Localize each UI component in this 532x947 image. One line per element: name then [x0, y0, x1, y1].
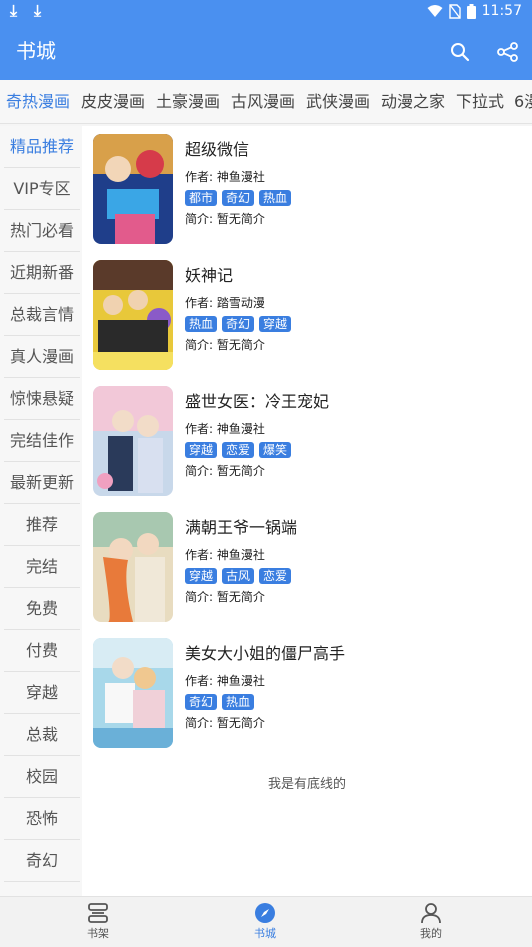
book-author: 作者: 神鱼漫社: [185, 674, 265, 688]
book-intro: 简介: 暂无简介: [185, 716, 265, 730]
book-cover: [93, 512, 173, 622]
book-title: 超级微信: [185, 140, 250, 159]
book-tag: 恋爱: [259, 568, 292, 584]
nav-label: 书架: [87, 927, 109, 940]
search-icon: [451, 43, 470, 62]
tab-tuhao[interactable]: 土豪漫画: [156, 92, 220, 112]
tab-gufeng[interactable]: 古风漫画: [231, 92, 295, 112]
bottom-nav: 书架 书城 我的: [0, 896, 532, 947]
book-tag: 都市: [185, 190, 218, 206]
book-intro: 简介: 暂无简介: [185, 212, 265, 226]
book-title: 妖神记: [185, 266, 234, 285]
tab-6man[interactable]: 6漫: [514, 92, 532, 112]
book-tags: 都市 奇幻 热血: [185, 190, 292, 206]
download-icon: ⤓: [34, 1, 42, 20]
sidebar-item-zuixin[interactable]: 最新更新: [4, 462, 80, 504]
nav-label: 我的: [420, 927, 442, 940]
sidebar-item-wanjie-jiazuo[interactable]: 完结佳作: [4, 420, 80, 462]
book-item[interactable]: 美女大小姐的僵尸高手 作者: 神鱼漫社 奇幻 热血 简介: 暂无简介: [82, 630, 532, 756]
book-item[interactable]: 满朝王爷一锅端 作者: 神鱼漫社 穿越 古风 恋爱 简介: 暂无简介: [82, 504, 532, 630]
category-tabs: 奇热漫画 皮皮漫画 土豪漫画 古风漫画 武侠漫画 动漫之家 下拉式 6漫: [0, 80, 532, 124]
page-title: 书城: [16, 39, 56, 63]
tab-dongmanzhijia[interactable]: 动漫之家: [381, 92, 445, 112]
book-intro: 简介: 暂无简介: [185, 464, 265, 478]
tab-wuxia[interactable]: 武侠漫画: [306, 92, 370, 112]
nav-label: 书城: [254, 927, 276, 940]
sidebar-item-qihuan[interactable]: 奇幻: [4, 840, 80, 882]
book-item[interactable]: 妖神记 作者: 踏雪动漫 热血 奇幻 穿越 简介: 暂无简介: [82, 252, 532, 378]
sidebar-item-wanjie[interactable]: 完结: [4, 546, 80, 588]
battery-icon: [466, 3, 476, 19]
search-button[interactable]: [446, 38, 474, 66]
compass-icon: [255, 903, 275, 923]
tab-xialashi[interactable]: 下拉式: [456, 92, 504, 112]
book-author: 作者: 神鱼漫社: [185, 548, 265, 562]
book-tags: 穿越 古风 恋爱: [185, 568, 292, 584]
bookshelf-icon: [88, 903, 108, 923]
book-author: 作者: 踏雪动漫: [185, 296, 265, 310]
book-title: 美女大小姐的僵尸高手: [185, 644, 346, 663]
book-tag: 奇幻: [185, 694, 218, 710]
sidebar-item-zhenren[interactable]: 真人漫画: [4, 336, 80, 378]
person-icon: [421, 903, 441, 924]
status-bar: ⤓ ⤓ 11:57: [0, 0, 532, 24]
book-item[interactable]: 超级微信 作者: 神鱼漫社 都市 奇幻 热血 简介: 暂无简介: [82, 126, 532, 252]
share-icon: [497, 42, 518, 62]
sidebar-item-jingsong[interactable]: 惊悚悬疑: [4, 378, 80, 420]
book-tags: 奇幻 热血: [185, 694, 255, 710]
app-bar: 书城: [0, 24, 532, 80]
book-tag: 奇幻: [222, 316, 255, 332]
sidebar-item-vip[interactable]: VIP专区: [4, 168, 80, 210]
book-author: 作者: 神鱼漫社: [185, 170, 265, 184]
tab-pipi[interactable]: 皮皮漫画: [81, 92, 145, 112]
clock: 11:57: [481, 3, 522, 19]
nav-bookstore[interactable]: 书城: [225, 901, 305, 945]
book-cover: [93, 386, 173, 496]
sidebar-item-mianfei[interactable]: 免费: [4, 588, 80, 630]
sidebar: 精品推荐 VIP专区 热门必看 近期新番 总裁言情 真人漫画 惊悚悬疑 完结佳作…: [0, 126, 82, 896]
book-tag: 热血: [185, 316, 218, 332]
share-button[interactable]: [494, 38, 522, 66]
book-title: 盛世女医：冷王宠妃: [185, 392, 330, 411]
book-intro: 简介: 暂无简介: [185, 590, 265, 604]
book-tag: 热血: [259, 190, 292, 206]
book-cover: [93, 638, 173, 748]
book-tag: 穿越: [185, 568, 218, 584]
sidebar-item-remen[interactable]: 热门必看: [4, 210, 80, 252]
book-tag: 奇幻: [222, 190, 255, 206]
book-tag: 古风: [222, 568, 255, 584]
nav-mine[interactable]: 我的: [391, 901, 471, 945]
sidebar-item-zongcai-yanqing[interactable]: 总裁言情: [4, 294, 80, 336]
sidebar-item-jingpin[interactable]: 精品推荐: [4, 126, 80, 168]
end-of-list-text: 我是有底线的: [267, 777, 346, 792]
book-tags: 穿越 恋爱 爆笑: [185, 442, 292, 458]
book-cover: [93, 260, 173, 370]
wifi-icon: [427, 5, 443, 17]
sidebar-item-xiaoyuan[interactable]: 校园: [4, 756, 80, 798]
sidebar-item-xinfan[interactable]: 近期新番: [4, 252, 80, 294]
book-item[interactable]: 盛世女医：冷王宠妃 作者: 神鱼漫社 穿越 恋爱 爆笑 简介: 暂无简介: [82, 378, 532, 504]
book-intro: 简介: 暂无简介: [185, 338, 265, 352]
book-list: 超级微信 作者: 神鱼漫社 都市 奇幻 热血 简介: 暂无简介 妖神记 作者: …: [82, 126, 532, 896]
sidebar-item-tuijian[interactable]: 推荐: [4, 504, 80, 546]
download-icon: ⤓: [10, 1, 18, 20]
book-tags: 热血 奇幻 穿越: [185, 316, 292, 332]
book-tag: 穿越: [259, 316, 292, 332]
sidebar-item-fufei[interactable]: 付费: [4, 630, 80, 672]
book-tag: 热血: [222, 694, 255, 710]
book-tag: 穿越: [185, 442, 218, 458]
no-sim-icon: [448, 3, 461, 19]
book-tag: 爆笑: [259, 442, 292, 458]
sidebar-item-kongbu[interactable]: 恐怖: [4, 798, 80, 840]
book-author: 作者: 神鱼漫社: [185, 422, 265, 436]
book-cover: [93, 134, 173, 244]
book-tag: 恋爱: [222, 442, 255, 458]
sidebar-item-zongcai[interactable]: 总裁: [4, 714, 80, 756]
nav-bookshelf[interactable]: 书架: [58, 901, 138, 945]
sidebar-item-chuanyue[interactable]: 穿越: [4, 672, 80, 714]
book-title: 满朝王爷一锅端: [185, 518, 298, 537]
tab-qire[interactable]: 奇热漫画: [6, 92, 70, 112]
